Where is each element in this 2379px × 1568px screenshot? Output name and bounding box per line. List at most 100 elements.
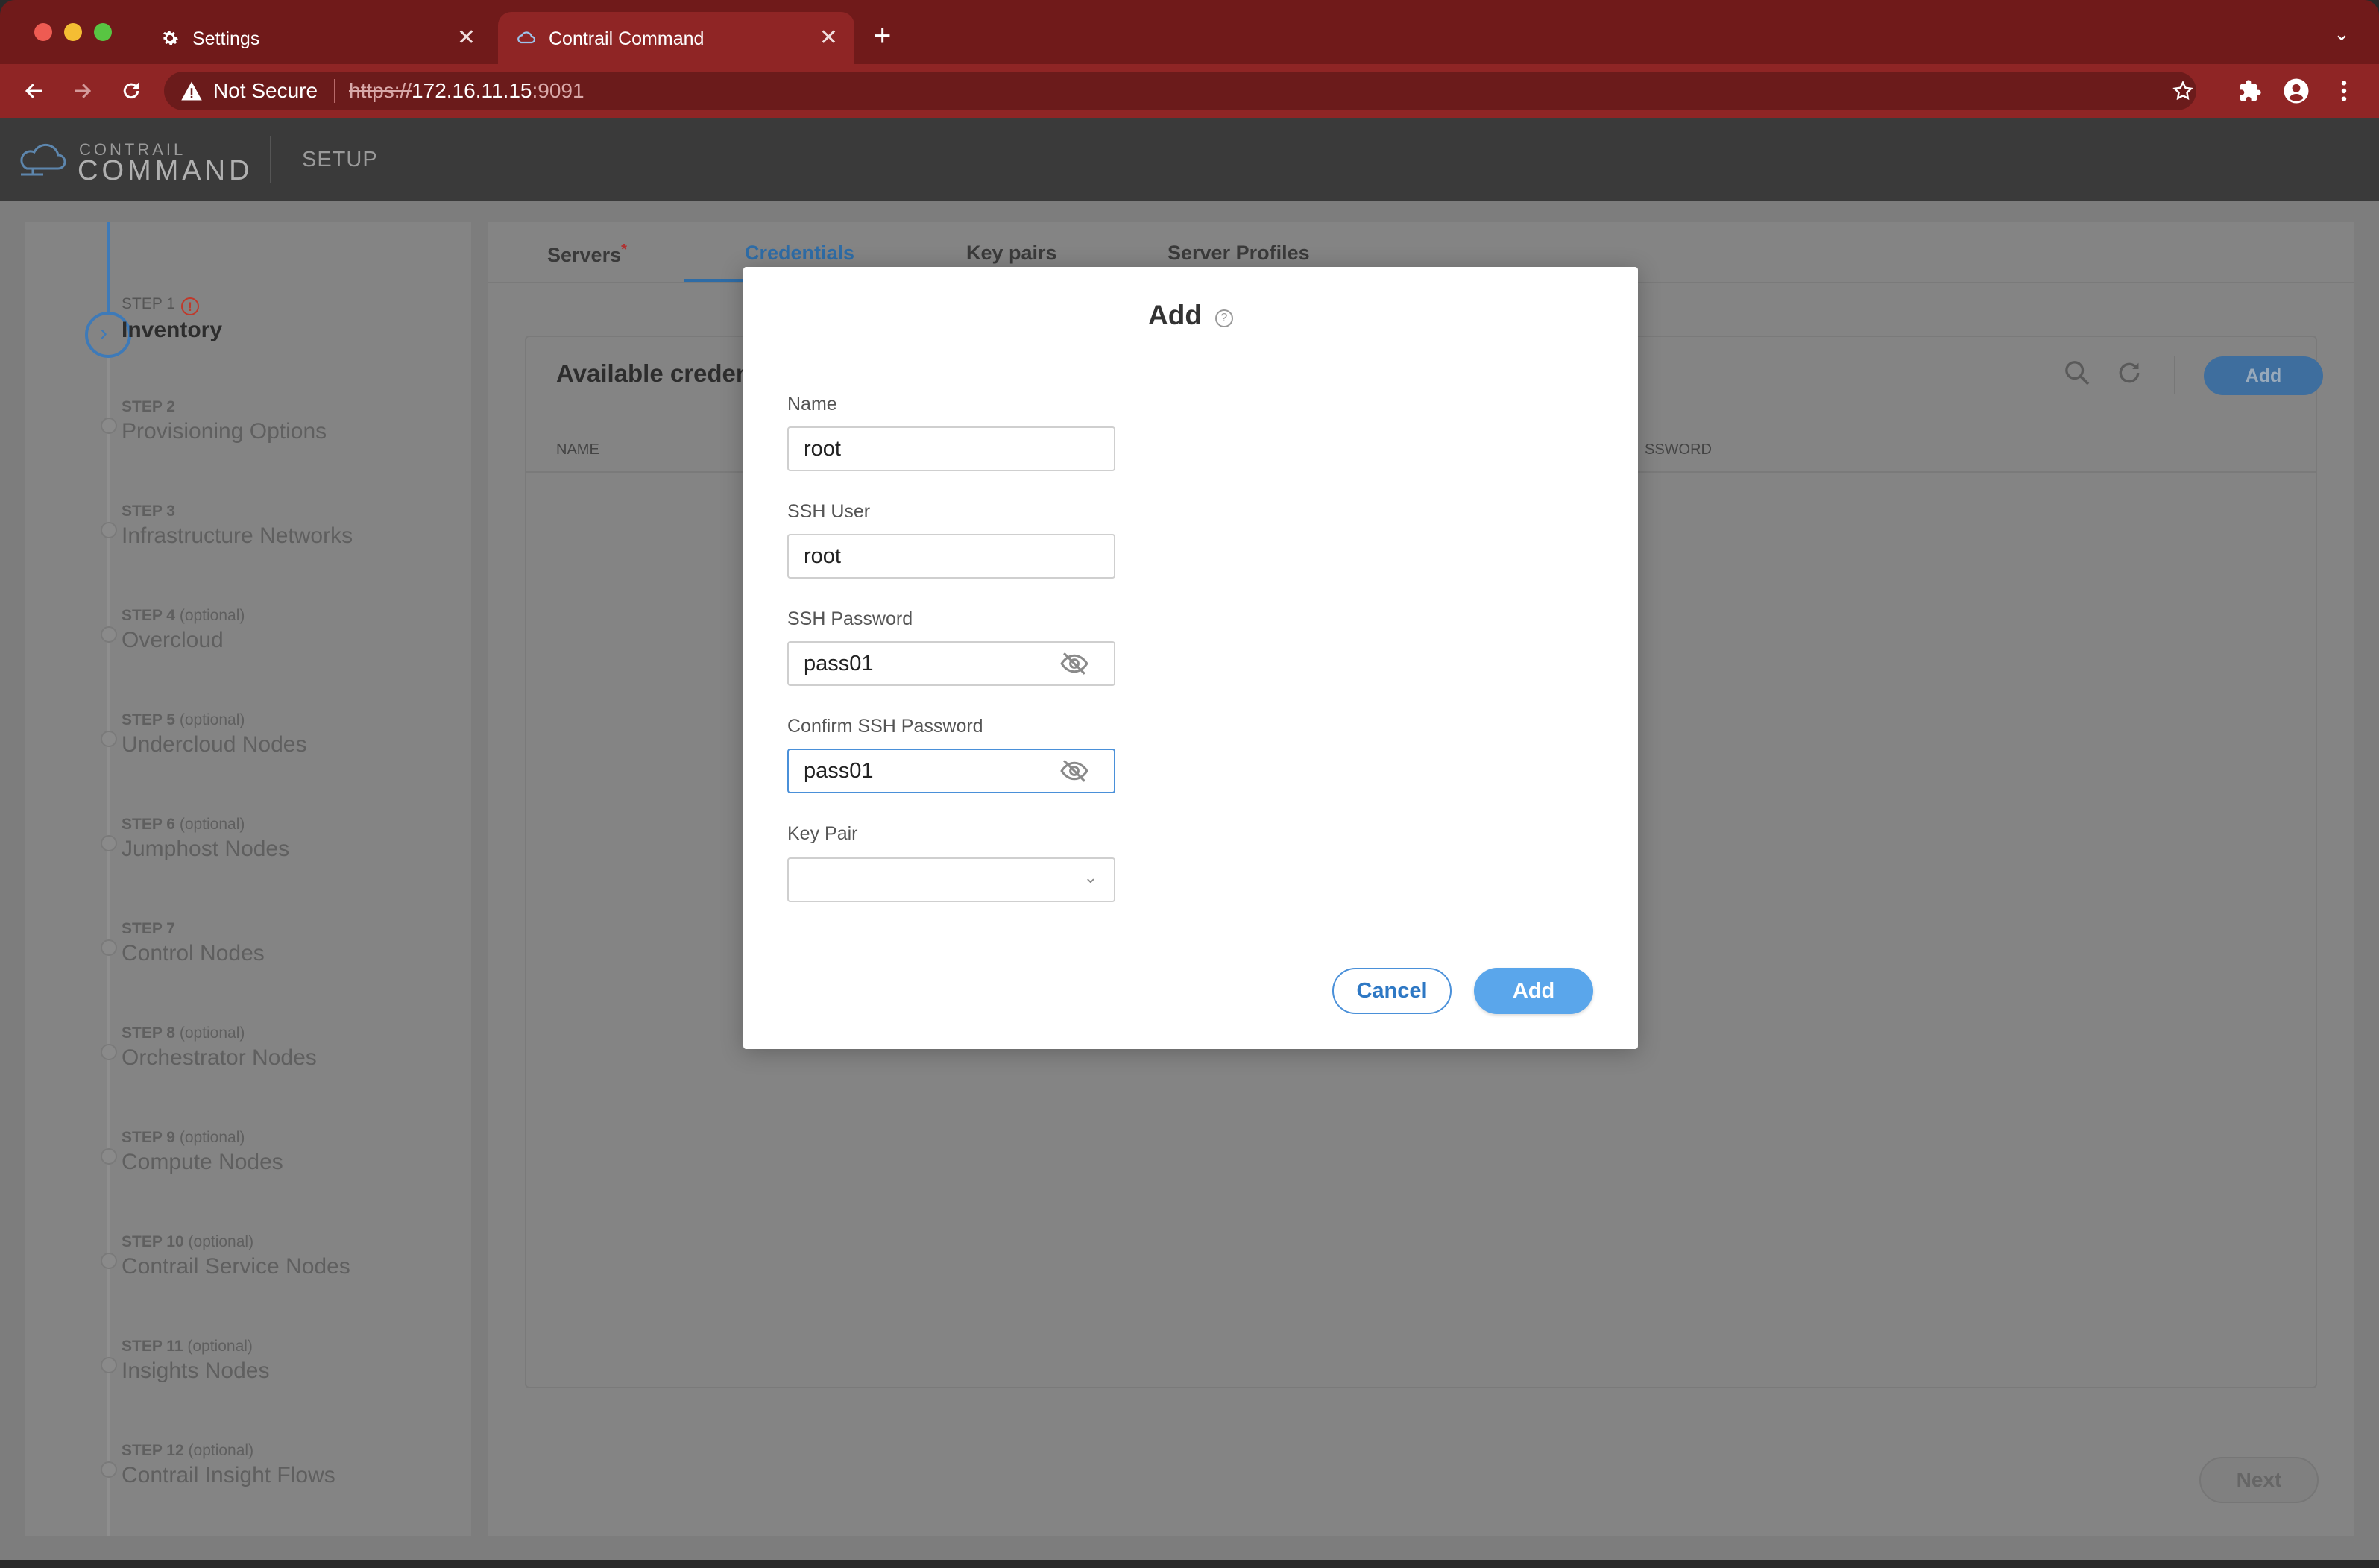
new-tab-button[interactable]: +	[874, 21, 891, 51]
step-dot	[101, 1357, 117, 1373]
eye-off-icon[interactable]	[1059, 758, 1089, 784]
step-name: Undercloud Nodes	[122, 732, 307, 757]
step-orchestrator-nodes[interactable]: STEP 8 (optional) Orchestrator Nodes	[25, 1024, 471, 1099]
next-button[interactable]: Next	[2199, 1457, 2319, 1503]
address-bar[interactable]: Not Secure https://172.16.11.15:9091	[164, 72, 2196, 110]
step-number-text: STEP 11	[122, 1338, 183, 1355]
tab-settings[interactable]: Settings ✕	[142, 12, 492, 64]
step-name: Contrail Service Nodes	[122, 1254, 350, 1279]
eye-off-icon[interactable]	[1059, 650, 1089, 677]
tab-strip: Settings ✕ Contrail Command ✕ + ⌄	[0, 0, 2379, 64]
key-pair-select[interactable]: ⌄	[787, 857, 1115, 902]
back-arrow-icon[interactable]	[19, 76, 49, 106]
step-infrastructure-networks[interactable]: STEP 3 Infrastructure Networks	[25, 503, 471, 577]
step-number-text: STEP 10	[122, 1233, 184, 1250]
step-contrail-service-nodes[interactable]: STEP 10 (optional) Contrail Service Node…	[25, 1233, 471, 1308]
step-provisioning-options[interactable]: STEP 2 Provisioning Options	[25, 398, 471, 473]
browser-toolbar: Not Secure https://172.16.11.15:9091	[0, 64, 2379, 118]
step-name: Orchestrator Nodes	[122, 1045, 317, 1070]
step-contrail-insight-flows[interactable]: STEP 12 (optional) Contrail Insight Flow…	[25, 1442, 471, 1517]
step-number: STEP 1!	[122, 295, 199, 315]
step-dot	[101, 1044, 117, 1060]
maximize-window-button[interactable]	[94, 23, 112, 41]
step-number-text: STEP 7	[122, 920, 175, 937]
tab-key-pairs[interactable]: Key pairs	[966, 242, 1057, 265]
step-dot	[101, 1253, 117, 1269]
step-optional: (optional)	[179, 711, 245, 728]
ssh-password-label: SSH Password	[787, 608, 913, 629]
tab-servers[interactable]: Servers*	[547, 242, 627, 267]
close-window-button[interactable]	[34, 23, 52, 41]
ssh-user-label: SSH User	[787, 501, 871, 522]
step-name: Insights Nodes	[122, 1358, 270, 1383]
star-icon[interactable]	[2168, 76, 2198, 106]
tab-contrail-command[interactable]: Contrail Command ✕	[498, 12, 854, 64]
app-header: CONTRAIL COMMAND SETUP	[0, 118, 2379, 201]
close-tab-icon[interactable]: ✕	[457, 25, 476, 51]
step-overcloud[interactable]: STEP 4 (optional) Overcloud	[25, 607, 471, 681]
step-name: Overcloud	[122, 628, 224, 652]
step-number: STEP 9 (optional)	[122, 1129, 245, 1147]
security-status: Not Secure	[213, 79, 318, 102]
key-pair-label: Key Pair	[787, 823, 858, 844]
add-credential-button[interactable]: Add	[2204, 356, 2323, 395]
required-marker: *	[621, 242, 627, 258]
brand-name: COMMAND	[78, 155, 253, 186]
more-vertical-icon[interactable]	[2329, 76, 2359, 106]
reload-icon[interactable]	[116, 76, 146, 106]
contrail-logo-icon	[20, 143, 66, 176]
browser-window: Settings ✕ Contrail Command ✕ + ⌄ Not Se…	[0, 0, 2379, 1560]
step-jumphost-nodes[interactable]: STEP 6 (optional) Jumphost Nodes	[25, 816, 471, 890]
step-inventory[interactable]: › STEP 1! Inventory	[25, 295, 471, 370]
step-number: STEP 11 (optional)	[122, 1338, 253, 1356]
refresh-icon[interactable]	[2114, 358, 2144, 391]
tab-credentials[interactable]: Credentials	[745, 242, 854, 265]
step-dot	[101, 731, 117, 747]
step-name: Provisioning Options	[122, 419, 327, 444]
step-number: STEP 3	[122, 503, 175, 520]
add-button[interactable]: Add	[1474, 968, 1593, 1014]
confirm-password-label: Confirm SSH Password	[787, 716, 983, 737]
step-undercloud-nodes[interactable]: STEP 5 (optional) Undercloud Nodes	[25, 711, 471, 786]
cancel-button[interactable]: Cancel	[1332, 968, 1452, 1014]
add-credential-dialog: Add? Name SSH User SSH Password Confirm …	[743, 267, 1638, 1049]
warning-icon	[181, 81, 202, 101]
url-text: https://172.16.11.15:9091	[349, 79, 584, 103]
ssh-user-input[interactable]	[787, 534, 1115, 579]
chevron-down-icon[interactable]: ⌄	[2334, 22, 2350, 45]
close-tab-icon[interactable]: ✕	[819, 25, 838, 51]
extensions-puzzle-icon[interactable]	[2235, 76, 2265, 106]
step-optional: (optional)	[179, 1024, 245, 1042]
chevron-down-icon: ⌄	[1083, 868, 1097, 887]
tab-label: Settings	[192, 28, 260, 49]
chevron-right-icon: ›	[100, 321, 107, 345]
step-number: STEP 8 (optional)	[122, 1024, 245, 1042]
profile-avatar-icon[interactable]	[2281, 76, 2311, 106]
step-number: STEP 7	[122, 920, 175, 938]
step-name: Inventory	[122, 318, 223, 342]
step-compute-nodes[interactable]: STEP 9 (optional) Compute Nodes	[25, 1129, 471, 1203]
step-dot	[101, 1148, 117, 1165]
wizard-steps-sidebar: › STEP 1! Inventory STEP 2 Provisioning …	[25, 222, 471, 1536]
tab-server-profiles[interactable]: Server Profiles	[1168, 242, 1310, 265]
column-header-password: SSWORD	[1645, 441, 1712, 458]
step-dot	[101, 939, 117, 956]
step-dot	[101, 626, 117, 643]
step-number: STEP 10 (optional)	[122, 1233, 253, 1251]
search-icon[interactable]	[2062, 358, 2092, 391]
name-input[interactable]	[787, 426, 1115, 471]
step-optional: (optional)	[188, 1442, 254, 1459]
dialog-title: Add?	[743, 300, 1638, 331]
forward-arrow-icon[interactable]	[67, 76, 97, 106]
divider	[334, 79, 335, 103]
gear-icon	[163, 31, 178, 45]
help-icon[interactable]: ?	[1214, 309, 1233, 327]
step-optional: (optional)	[187, 1338, 253, 1355]
step-number: STEP 6 (optional)	[122, 816, 245, 834]
step-insights-nodes[interactable]: STEP 11 (optional) Insights Nodes	[25, 1338, 471, 1412]
step-number: STEP 12 (optional)	[122, 1442, 253, 1460]
minimize-window-button[interactable]	[64, 23, 82, 41]
step-number-text: STEP 12	[122, 1442, 184, 1459]
step-control-nodes[interactable]: STEP 7 Control Nodes	[25, 920, 471, 995]
step-number-text: STEP 1	[122, 295, 175, 312]
